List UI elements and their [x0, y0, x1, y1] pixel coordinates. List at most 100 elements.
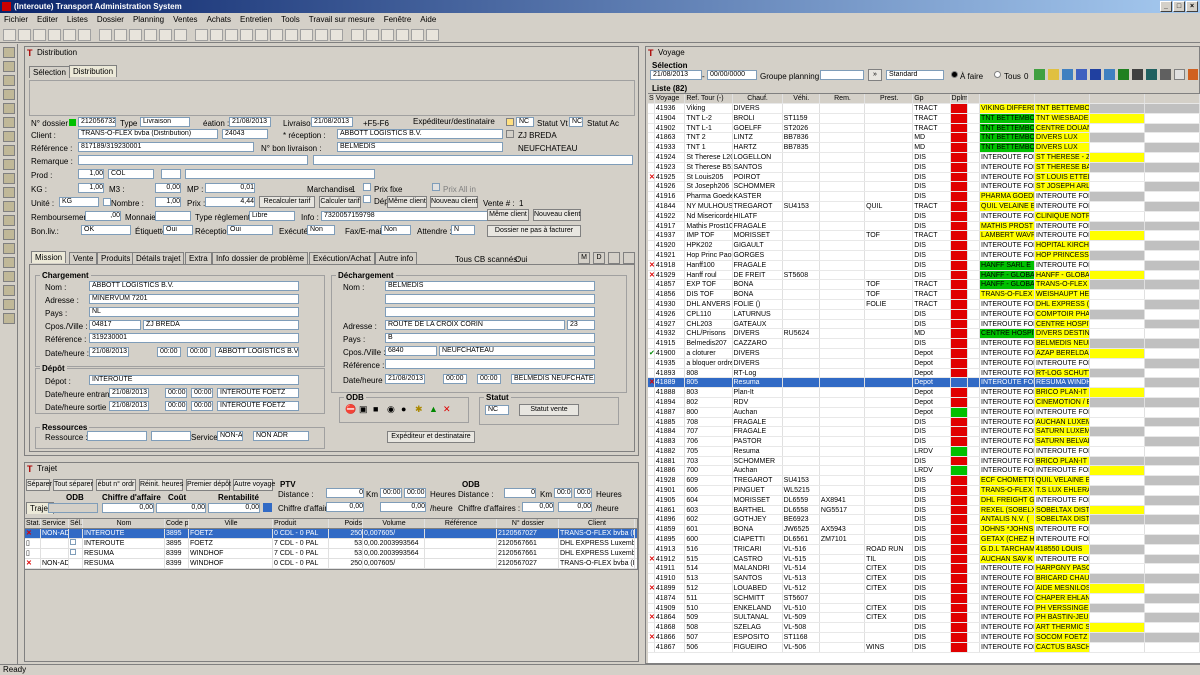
tab-distribution[interactable]: Distribution: [69, 65, 118, 77]
toolbar-icon[interactable]: [129, 28, 142, 41]
settings-icon[interactable]: [1174, 69, 1185, 80]
table-row[interactable]: 41928 609 TREGAROT SU4153 DIS ECF CHOMETTE QUI…: [648, 476, 1200, 487]
table-row[interactable]: 41922 Nd Misericorde2 HILATF DIS INTEROUTE F…: [648, 211, 1200, 222]
charg-time2-field[interactable]: 00:00: [187, 347, 211, 357]
tout-separer-button[interactable]: Tout séparer: [53, 479, 93, 491]
lock-icon[interactable]: [506, 118, 514, 126]
charg-ref-field[interactable]: 319230001: [89, 333, 299, 343]
table-row[interactable]: 41893 808 RT-Log Depot INTEROUTE FOE RT-LOG S…: [648, 368, 1200, 379]
depot-entrant-t1[interactable]: 00:00: [165, 388, 187, 398]
toolbar-icon[interactable]: [366, 28, 379, 41]
dech-who-field[interactable]: BELMEDIS NEUFCHATEAU: [511, 374, 595, 384]
table-row[interactable]: ✕ 41912 515 CASTRO VL-515 TIL DIS AUCHAN SAV KI…: [648, 554, 1200, 565]
toolbar-icon[interactable]: [255, 28, 268, 41]
ressource2-field[interactable]: [151, 431, 191, 441]
unite-select[interactable]: KG: [59, 197, 99, 207]
odb-check-icon[interactable]: ▲: [429, 404, 438, 414]
table-row[interactable]: 41930 DHL ANVERS FOLIE () FOLIE TRACT INTEROU…: [648, 299, 1200, 310]
table-row[interactable]: 41888 803 Plan-It Depot INTEROUTE FOE BRICO P…: [648, 388, 1200, 398]
col-ref-tour[interactable]: Ref. Tour (-): [685, 94, 733, 103]
left-toolbar-icon[interactable]: [3, 61, 15, 72]
toolbar-icon[interactable]: [195, 28, 208, 41]
remarque-field[interactable]: [78, 155, 308, 165]
toolbar-icon[interactable]: [315, 28, 328, 41]
col-service[interactable]: Service: [41, 519, 69, 528]
map-icon[interactable]: [1062, 69, 1073, 80]
par-heure2-field[interactable]: 0,00: [558, 502, 592, 512]
time3-field[interactable]: 00:00: [554, 488, 572, 498]
left-toolbar-icon[interactable]: [3, 243, 15, 254]
left-toolbar-icon[interactable]: [3, 271, 15, 282]
time4-field[interactable]: 00:00: [574, 488, 592, 498]
table-row[interactable]: 41921 Hop Princ Paola GORGES DIS INTEROUTE F…: [648, 250, 1200, 261]
type-select[interactable]: Livraison: [140, 117, 190, 127]
distance2-field[interactable]: 0: [504, 488, 536, 498]
toolbar-icon[interactable]: [3, 28, 16, 41]
menu-tools[interactable]: Tools: [281, 13, 300, 26]
premier-depot-button[interactable]: Premier dépôt: [186, 479, 231, 491]
table-row[interactable]: ✕ 41864 509 SULTANAL VL-509 CITEX DIS INTEROUTE…: [648, 613, 1200, 624]
tab-details-trajet[interactable]: Détails trajet: [132, 252, 185, 264]
prod-extra-field[interactable]: [161, 169, 181, 179]
execute-select[interactable]: Non: [307, 225, 335, 235]
col-volume[interactable]: Volume: [363, 519, 425, 528]
table-row[interactable]: 41882 705 Resuma LRDV INTEROUTE FOE INTEROUTE…: [648, 446, 1200, 457]
left-toolbar-icon[interactable]: [3, 159, 15, 170]
table-row[interactable]: ✕ 41889 805 Resuma Depot INTEROUTE FOE RESUMA …: [648, 378, 1200, 389]
table-row[interactable]: 41924St Therese L201LOGELLON DIS INTEROUTE…: [648, 152, 1200, 163]
table-row[interactable]: ✕ 41866 507 ESPOSITO ST1168 DIS INTEROUTE FOE S…: [648, 633, 1200, 643]
col-nom[interactable]: Nom: [83, 519, 165, 528]
col-gp[interactable]: Gp: [913, 94, 951, 103]
nombre-field[interactable]: 1,00: [155, 197, 181, 207]
menu-entretien[interactable]: Entretien: [240, 13, 272, 26]
distance-field[interactable]: 0: [326, 488, 364, 498]
table-row[interactable]: 41863 TNT 2 LINTZ BB7836 MD TNT BETTEMBOU DIVE…: [648, 133, 1200, 144]
table-row[interactable]: ✕ 41929 Hanff roul DE FREIT ST5608 DIS HANFF -…: [648, 270, 1200, 281]
left-toolbar-icon[interactable]: [3, 145, 15, 156]
creation-date-field[interactable]: 21/08/2013: [229, 117, 271, 127]
table-row[interactable]: ✕ 41925 St Louis205 POIROT DIS INTEROUTE FOE S…: [648, 172, 1200, 183]
statut-ac-field[interactable]: NC: [569, 117, 583, 127]
table-row[interactable]: ▯ RESUMA 8399 WINDHOF 7 CDL - 0 PAL 53 0…: [25, 549, 637, 559]
etiquette-select[interactable]: Oui: [163, 225, 193, 235]
menu-achats[interactable]: Achats: [207, 13, 231, 26]
trajet-odb-field[interactable]: [48, 503, 98, 513]
menu-fenetre[interactable]: Fenêtre: [384, 13, 412, 26]
table-row[interactable]: 41887 800 Auchan Depot INTEROUTE FOE INTEROUT…: [648, 407, 1200, 418]
expediteur-destinataire-button[interactable]: Expéditeur et destinataire: [387, 431, 475, 443]
toolbar-icon[interactable]: [99, 28, 112, 41]
print-icon[interactable]: [1132, 69, 1143, 80]
toolbar-icon[interactable]: [78, 28, 91, 41]
chart-icon[interactable]: [1076, 69, 1087, 80]
depot-sortie-t1[interactable]: 00:00: [165, 401, 187, 411]
dech-nom2-field[interactable]: [385, 294, 595, 304]
time2-field[interactable]: 00:00: [404, 488, 426, 498]
col-code[interactable]: Code p: [165, 519, 189, 528]
left-toolbar-icon[interactable]: [3, 103, 15, 114]
kg-field[interactable]: 1,00: [78, 183, 104, 193]
charg-pays-field[interactable]: NL: [89, 307, 299, 317]
table-row[interactable]: 41915 Belmedis207 CAZZARO DIS INTEROUTE FOE B…: [648, 339, 1200, 349]
toolbar-icon[interactable]: [114, 28, 127, 41]
mp-field[interactable]: 0,01: [205, 183, 255, 193]
left-toolbar-icon[interactable]: [3, 89, 15, 100]
statut-field[interactable]: NC: [485, 405, 509, 415]
toolbar-icon[interactable]: [426, 28, 439, 41]
table-row[interactable]: 41909 510 ENKELAND VL-510 CITEX DIS INTEROUTE …: [648, 603, 1200, 614]
header-notes-area[interactable]: [29, 80, 635, 116]
maximize-button[interactable]: □: [1173, 1, 1185, 12]
next-button[interactable]: »: [868, 69, 882, 81]
bonliv-select[interactable]: OK: [81, 225, 131, 235]
trajet-ca-field[interactable]: 0,00: [102, 503, 154, 513]
left-toolbar-icon[interactable]: [3, 299, 15, 310]
dech-adresse-field[interactable]: ROUTE DE LA CROIX CORIN: [385, 320, 565, 330]
view-standard-select[interactable]: Standard: [886, 70, 944, 80]
statut-vente-button[interactable]: Statut vente: [519, 404, 579, 416]
calendar-icon[interactable]: [1104, 69, 1115, 80]
col-ville[interactable]: Ville: [189, 519, 273, 528]
charg-time1-field[interactable]: 00:00: [157, 347, 181, 357]
table-row[interactable]: 41895 600 CIAPETTI DL6561 ZM7101 DIS GETAX (CH…: [648, 535, 1200, 545]
table-row[interactable]: 41894 802 RDV Depot INTEROUTE FOE CINEMOTION …: [648, 397, 1200, 408]
col-client[interactable]: Client: [559, 519, 635, 528]
tab-vente[interactable]: Vente: [69, 252, 98, 264]
